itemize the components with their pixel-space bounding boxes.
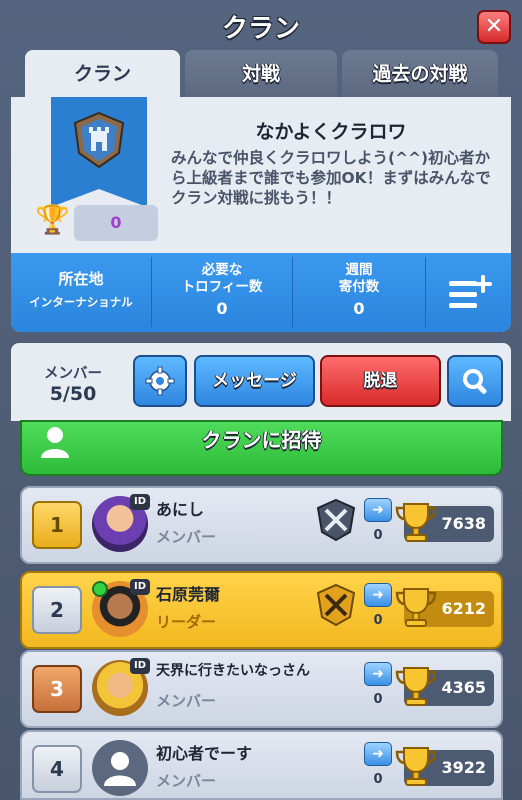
donate-cards-icon: ➜ [364,583,392,607]
invite-button[interactable]: クランに招待 [20,420,503,476]
member-row[interactable]: 3 ID 天界に行きたいなっさん メンバー ➜ 0 4365 [20,650,503,728]
invite-label: クランに招待 [201,428,322,452]
rank-badge: 2 [32,586,82,634]
id-badge: ID [130,579,150,595]
member-row[interactable]: 4 初心者でーす メンバー ➜ 0 3922 [20,730,503,800]
rank-badge: 1 [32,501,82,549]
tab-war-history[interactable]: 過去の対戦 [342,50,498,98]
trophy-icon [395,588,437,627]
stat-required-trophies-value: 0 [216,299,228,318]
clan-info-panel: 🏆 0 なかよくクラロワ みんなで仲良くクラロワしよう(^^)初心者から上級者ま… [11,97,511,332]
trophy-icon [395,503,437,542]
donations: ➜ 0 [364,742,392,798]
gear-icon [145,366,175,396]
clan-badge-icon [73,111,125,169]
clan-name: なかよくクラロワ [255,121,407,143]
stat-location-value: インターナショナル [29,295,133,309]
league-badge-icon [316,583,356,627]
stat-required-trophies-label: 必要な トロフィー数 [181,262,263,295]
members-label: メンバー [44,366,102,382]
member-role: メンバー [156,772,217,790]
donations: ➜ 0 [364,662,392,718]
stat-weekly-donations-value: 0 [353,299,365,318]
stat-weekly-donations: 週間 寄付数 0 [293,253,425,332]
stat-location: 所在地 インターナショナル [11,253,151,332]
member-role: メンバー [156,692,217,710]
stat-location-label: 所在地 [58,270,104,288]
id-badge: ID [130,494,150,510]
menu-add-icon[interactable] [447,273,493,313]
member-name: 初心者でーす [156,744,253,763]
league-badge-icon [316,498,356,542]
donation-count: 0 [373,772,383,787]
donation-count: 0 [373,528,383,543]
tab-clan[interactable]: クラン [25,50,180,98]
members-count: 5/50 [49,383,97,405]
search-icon [463,369,487,394]
member-name: 石原莞爾 [156,585,221,604]
settings-button[interactable] [133,355,187,407]
member-role: リーダー [156,613,217,631]
rank-badge: 4 [32,745,82,793]
donate-cards-icon: ➜ [364,662,392,686]
clan-stats-bar: 所在地 インターナショナル 必要な トロフィー数 0 週間 寄付数 0 [11,253,511,332]
donations: ➜ 0 [364,498,392,554]
member-name: あにし [156,500,205,519]
divider [425,257,426,327]
member-role: メンバー [156,528,217,546]
donate-cards-icon: ➜ [364,498,392,522]
trophy-icon [395,747,437,786]
donation-count: 0 [373,692,383,707]
member-row[interactable]: 2 ID 石原莞爾 リーダー ➜ 0 6212 [20,571,503,649]
close-button[interactable]: ✕ [477,10,511,44]
search-button[interactable] [447,355,503,407]
rank-badge: 3 [32,665,82,713]
page-title: クラン [221,14,300,44]
clan-description: みんなで仲良くクラロワしよう(^^)初心者から上級者まで誰でも参加OK！まずはみ… [171,149,491,207]
member-row[interactable]: 1 ID あにし メンバー ➜ 0 7638 [20,486,503,564]
leave-button[interactable]: 脱退 [320,355,441,407]
stat-weekly-donations-label: 週間 寄付数 [338,262,380,295]
donation-count: 0 [373,613,383,628]
message-button[interactable]: メッセージ [194,355,315,407]
online-indicator [92,581,108,597]
trophy-icon [395,667,437,706]
clan-trophy-count: 0 [74,205,158,241]
avatar[interactable] [92,740,148,796]
clan-trophy-icon: 🏆 [35,203,70,236]
donations: ➜ 0 [364,583,392,639]
id-badge: ID [130,658,150,674]
donate-cards-icon: ➜ [364,742,392,766]
stat-required-trophies: 必要な トロフィー数 0 [152,253,292,332]
member-name: 天界に行きたいなっさん [156,663,310,679]
tab-war[interactable]: 対戦 [185,50,337,98]
